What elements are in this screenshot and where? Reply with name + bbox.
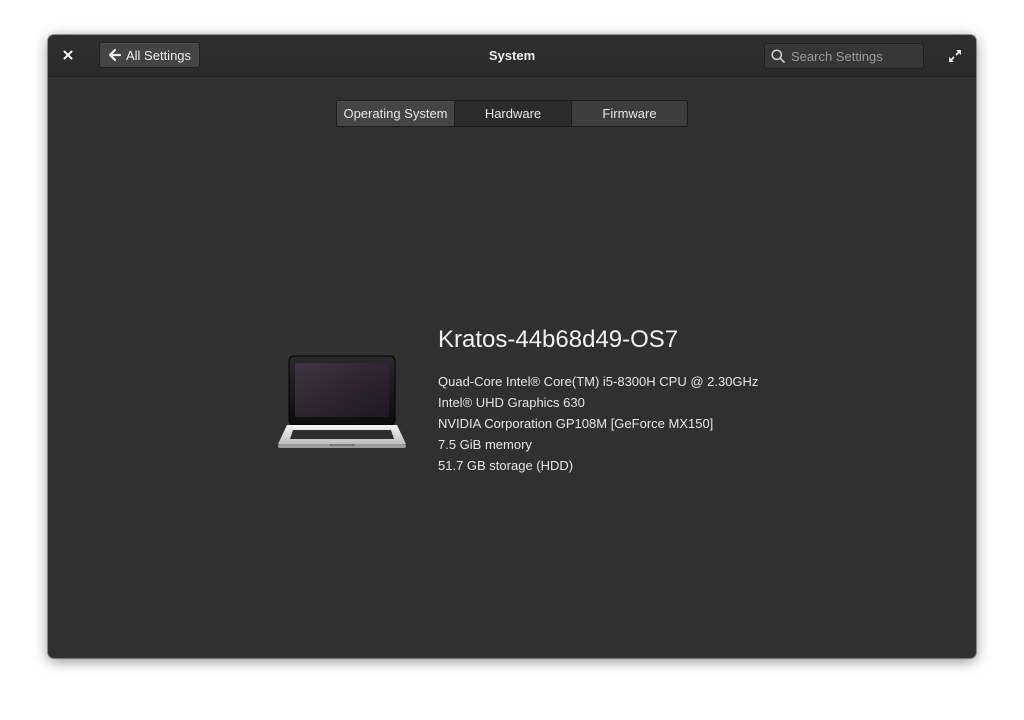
- tab-operating-system[interactable]: Operating System: [337, 101, 454, 126]
- search-input[interactable]: [791, 48, 917, 64]
- graphics-spec: Intel® UHD Graphics 630: [438, 395, 585, 410]
- header-bar: All Settings System: [48, 35, 976, 77]
- all-settings-button[interactable]: All Settings: [99, 42, 201, 68]
- cpu-spec: Quad-Core Intel® Core(TM) i5-8300H CPU @…: [438, 374, 759, 389]
- search-icon: [771, 49, 785, 63]
- close-button[interactable]: [59, 46, 77, 64]
- all-settings-label: All Settings: [126, 47, 192, 63]
- maximize-icon: [949, 50, 961, 62]
- view-switcher: Operating System Hardware Firmware: [336, 100, 688, 127]
- hostname-label: Kratos-44b68d49-OS7: [438, 326, 679, 353]
- arrow-left-icon: [109, 49, 121, 61]
- tab-firmware[interactable]: Firmware: [571, 101, 687, 126]
- laptop-icon: [278, 355, 406, 448]
- close-icon: [63, 50, 73, 60]
- memory-spec: 7.5 GiB memory: [438, 437, 532, 452]
- device-info: Kratos-44b68d49-OS7 Quad-Core Intel® Cor…: [438, 324, 758, 476]
- search-field[interactable]: [764, 43, 924, 69]
- tab-hardware[interactable]: Hardware: [454, 101, 571, 126]
- secondary-graphics-spec: NVIDIA Corporation GP108M [GeForce MX150…: [438, 416, 714, 431]
- storage-spec: 51.7 GB storage (HDD): [438, 458, 574, 473]
- settings-window: All Settings System Operating System Har…: [48, 35, 976, 658]
- maximize-button[interactable]: [946, 47, 964, 65]
